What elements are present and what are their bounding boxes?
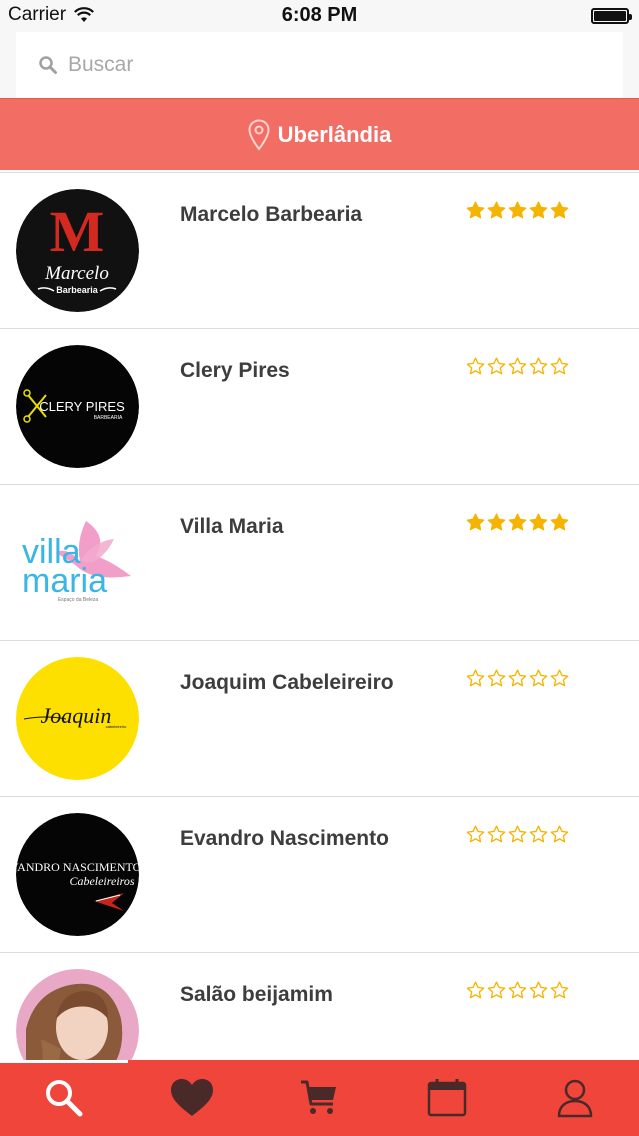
search-bar[interactable] <box>16 32 623 98</box>
logo-text: Joaquin <box>41 703 112 728</box>
star-empty-icon <box>508 357 527 375</box>
star-empty-icon <box>487 981 506 999</box>
business-logo: EVANDRO NASCIMENTO Cabeleireiros <box>16 813 139 936</box>
star-filled-icon <box>529 201 548 219</box>
star-empty-icon <box>487 669 506 687</box>
business-list: M Marcelo Barbearia Marcelo Barbearia CL… <box>0 172 639 1060</box>
star-empty-icon <box>466 357 485 375</box>
star-filled-icon <box>529 513 548 531</box>
logo-text: Barbearia <box>56 285 99 295</box>
search-area <box>0 32 639 98</box>
business-name: Salão beijamim <box>180 983 333 1006</box>
business-name: Evandro Nascimento <box>180 827 389 850</box>
business-logo: M Marcelo Barbearia <box>16 189 139 312</box>
business-name: Joaquim Cabeleireiro <box>180 671 394 694</box>
star-empty-icon <box>466 825 485 843</box>
logo-text: CLERY PIRES <box>39 399 125 414</box>
list-item[interactable]: Salão beijamim <box>0 953 639 1060</box>
logo-text: Espaço da Beleza <box>58 597 99 603</box>
star-empty-icon <box>466 981 485 999</box>
business-logo <box>16 969 139 1060</box>
rating-stars <box>466 669 569 688</box>
star-filled-icon <box>508 513 527 531</box>
logo-text: M <box>50 199 105 264</box>
cart-icon <box>301 1080 337 1114</box>
list-item[interactable]: CLERY PIRES BARBEARIA Clery Pires <box>0 329 639 485</box>
logo-text: cabeleireiro <box>106 724 127 729</box>
star-empty-icon <box>529 669 548 687</box>
rating-stars <box>466 981 569 1000</box>
logo-text: EVANDRO NASCIMENTO <box>16 860 139 874</box>
star-filled-icon <box>508 201 527 219</box>
rating-stars <box>466 201 569 220</box>
star-empty-icon <box>550 825 569 843</box>
star-filled-icon <box>466 201 485 219</box>
tab-search[interactable] <box>0 1060 128 1136</box>
star-empty-icon <box>508 669 527 687</box>
business-logo: villa maria Espaço da Beleza <box>16 501 139 624</box>
star-empty-icon <box>550 357 569 375</box>
battery-icon <box>591 8 632 24</box>
logo-text: Marcelo <box>44 263 109 284</box>
star-empty-icon <box>466 669 485 687</box>
star-empty-icon <box>508 981 527 999</box>
city-name: Uberlândia <box>277 121 392 147</box>
logo-text: Cabeleireiros <box>69 874 134 888</box>
star-filled-icon <box>550 201 569 219</box>
logo-text: BARBEARIA <box>94 415 123 421</box>
search-icon <box>45 1080 83 1117</box>
list-item[interactable]: EVANDRO NASCIMENTO Cabeleireiros Evandro… <box>0 797 639 953</box>
list-item[interactable]: Joaquin cabeleireiro Joaquim Cabeleireir… <box>0 641 639 797</box>
tab-bar <box>0 1060 639 1136</box>
calendar-icon <box>428 1079 467 1117</box>
heart-icon <box>170 1079 213 1116</box>
status-bar: Carrier 6:08 PM <box>0 0 639 32</box>
search-input[interactable] <box>68 53 568 77</box>
star-empty-icon <box>550 981 569 999</box>
star-filled-icon <box>487 513 506 531</box>
business-name: Marcelo Barbearia <box>180 203 363 226</box>
star-filled-icon <box>487 201 506 219</box>
tab-calendar[interactable] <box>383 1060 511 1136</box>
tab-favorites[interactable] <box>128 1060 256 1136</box>
star-empty-icon <box>487 357 506 375</box>
star-empty-icon <box>508 825 527 843</box>
status-time: 6:08 PM <box>281 4 358 26</box>
star-empty-icon <box>529 357 548 375</box>
star-filled-icon <box>466 513 485 531</box>
business-name: Villa Maria <box>180 515 284 538</box>
star-empty-icon <box>550 669 569 687</box>
business-logo: Joaquin cabeleireiro <box>16 657 139 780</box>
star-filled-icon <box>550 513 569 531</box>
tab-cart[interactable] <box>256 1060 384 1136</box>
tab-profile[interactable] <box>511 1060 639 1136</box>
star-empty-icon <box>487 825 506 843</box>
location-pin-icon <box>248 118 270 151</box>
business-name: Clery Pires <box>180 359 290 382</box>
star-empty-icon <box>529 825 548 843</box>
star-empty-icon <box>529 981 548 999</box>
search-icon <box>38 54 60 76</box>
list-item[interactable]: M Marcelo Barbearia Marcelo Barbearia <box>0 173 639 329</box>
rating-stars <box>466 357 569 376</box>
rating-stars <box>466 825 569 844</box>
profile-icon <box>557 1079 593 1118</box>
business-logo: CLERY PIRES BARBEARIA <box>16 345 139 468</box>
city-selector[interactable]: Uberlândia <box>0 98 639 170</box>
list-item[interactable]: villa maria Espaço da Beleza Villa Maria <box>0 485 639 641</box>
rating-stars <box>466 513 569 532</box>
logo-text: maria <box>22 562 107 600</box>
